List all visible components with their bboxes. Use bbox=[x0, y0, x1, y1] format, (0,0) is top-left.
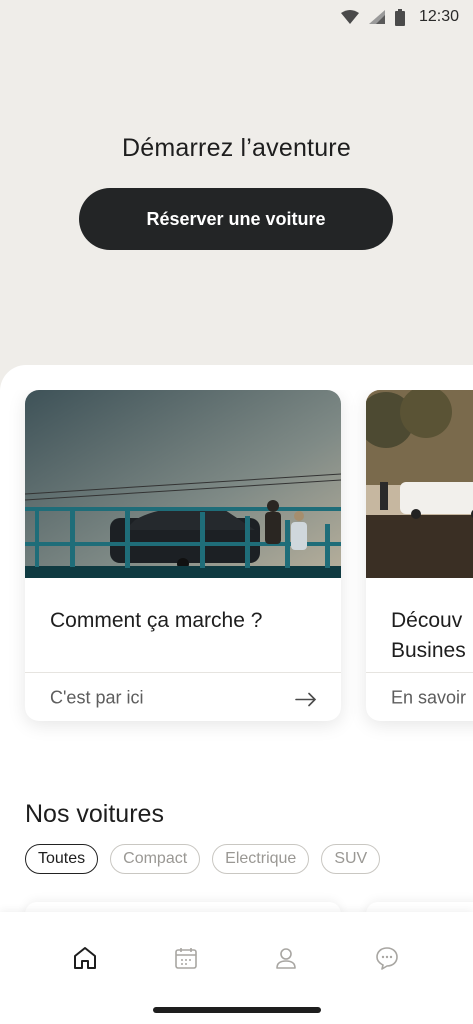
battery-icon bbox=[394, 8, 405, 26]
home-icon[interactable] bbox=[71, 944, 99, 972]
car-on-bridge-photo bbox=[25, 390, 341, 578]
filter-chip-suv[interactable]: SUV bbox=[321, 844, 381, 874]
card-business[interactable]: Découv Busines En savoir bbox=[366, 390, 473, 721]
reserve-car-button[interactable]: Réserver une voiture bbox=[79, 188, 393, 250]
filter-chip-electrique[interactable]: Electrique bbox=[212, 844, 310, 874]
filter-chip-toutes[interactable]: Toutes bbox=[25, 844, 99, 874]
street-with-van-photo bbox=[366, 390, 473, 578]
status-time: 12:30 bbox=[418, 8, 459, 25]
signal-icon bbox=[368, 10, 385, 24]
filter-chips: Toutes Compact Electrique SUV bbox=[25, 844, 381, 874]
profile-icon[interactable] bbox=[272, 944, 300, 972]
card-how-it-works[interactable]: Comment ça marche ? C'est par ici bbox=[25, 390, 341, 721]
chat-icon[interactable] bbox=[373, 944, 401, 972]
status-bar: 12:30 bbox=[0, 0, 473, 34]
card-divider bbox=[25, 672, 341, 673]
card-title: Comment ça marche ? bbox=[50, 609, 263, 632]
card-title: Découv Busines bbox=[391, 609, 466, 662]
calendar-icon[interactable] bbox=[172, 944, 200, 972]
filter-chip-compact[interactable]: Compact bbox=[110, 844, 201, 874]
card-link[interactable]: C'est par ici bbox=[50, 688, 143, 709]
info-carousel[interactable]: Comment ça marche ? C'est par ici Découv… bbox=[0, 390, 473, 750]
wifi-icon bbox=[340, 10, 359, 24]
section-title: Nos voitures bbox=[25, 800, 164, 828]
arrow-right-icon[interactable] bbox=[295, 692, 317, 712]
home-indicator[interactable] bbox=[153, 1007, 321, 1013]
hero-title: Démarrez l’aventure bbox=[122, 134, 351, 162]
card-divider bbox=[366, 672, 473, 673]
card-link[interactable]: En savoir bbox=[391, 688, 466, 709]
